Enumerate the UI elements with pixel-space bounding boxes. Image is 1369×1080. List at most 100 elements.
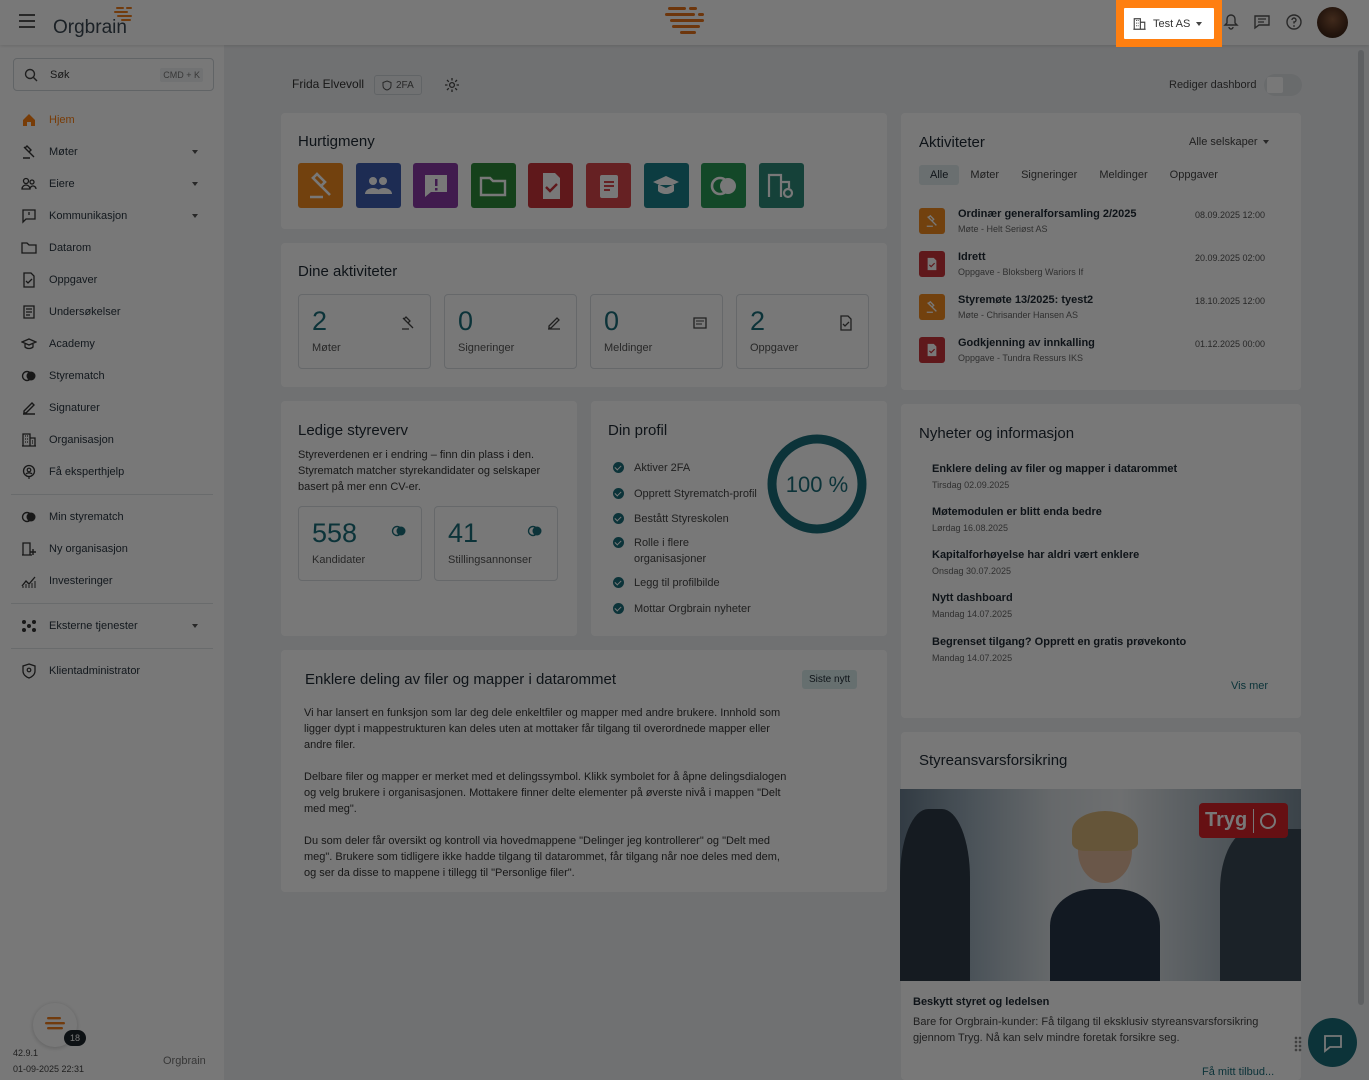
user-name: Frida Elvevoll xyxy=(292,77,365,91)
sidebar-item-label: Møter xyxy=(49,146,78,158)
stat-label: Kandidater xyxy=(312,554,366,566)
activity-feed-title: Aktiviteter xyxy=(919,134,985,151)
gear-icon[interactable] xyxy=(444,77,460,93)
quickmenu-tile[interactable] xyxy=(701,163,747,208)
tab-oppgaver[interactable]: Oppgaver xyxy=(1159,165,1229,185)
stat-label: Oppgaver xyxy=(750,342,799,354)
stat-candidates[interactable]: 558 Kandidater xyxy=(298,506,422,581)
sidebar-item-hjem[interactable]: Hjem xyxy=(0,104,224,136)
edit-dashboard-toggle[interactable] xyxy=(1264,74,1302,96)
news-item[interactable]: Begrenset tilgang? Opprett en gratis prø… xyxy=(932,636,1186,663)
sidebar-item-undersokelser[interactable]: Undersøkelser xyxy=(0,296,224,328)
quickmenu-tile[interactable] xyxy=(586,163,631,208)
chat-icon[interactable] xyxy=(1253,13,1271,31)
person-left xyxy=(900,809,970,981)
tab-moter[interactable]: Møter xyxy=(959,165,1010,185)
sidebar-item-eiere[interactable]: Eiere xyxy=(0,168,224,200)
tab-alle[interactable]: Alle xyxy=(919,165,960,185)
sidebar-item-klientadministrator[interactable]: Klientadministrator xyxy=(0,655,224,687)
activity-item[interactable]: Godkjenning av innkalling Oppgave - Tund… xyxy=(919,337,1279,373)
sidebar-item-kommunikasjon[interactable]: Kommunikasjon xyxy=(0,200,224,232)
activity-subtitle: Oppgave - Bloksberg Wariors If xyxy=(958,267,1084,277)
help-icon[interactable] xyxy=(1285,13,1303,31)
quickmenu-title: Hurtigmeny xyxy=(298,133,375,150)
sidebar-item-ny-organisasjon[interactable]: Ny organisasjon xyxy=(0,533,224,565)
sidebar-item-investeringer[interactable]: Investeringer xyxy=(0,565,224,597)
stat-messages[interactable]: 0 Meldinger xyxy=(590,294,723,369)
quickmenu-tile[interactable] xyxy=(470,163,516,208)
support-chat-button[interactable] xyxy=(1308,1018,1357,1067)
company-selector-highlight[interactable]: Test AS xyxy=(1116,0,1222,47)
stat-tasks[interactable]: 2 Oppgaver xyxy=(736,294,869,369)
chevron-down-icon xyxy=(192,150,198,154)
activity-item[interactable]: Ordinær generalforsamling 2/2025 Møte - … xyxy=(919,208,1279,244)
tryg-logo: Tryg xyxy=(1199,803,1288,838)
edit-dashboard-label: Rediger dashbord xyxy=(1169,79,1257,91)
check-label: Legg til profilbilde xyxy=(634,577,720,589)
search-input[interactable]: Søk CMD + K xyxy=(13,58,214,91)
sidebar-item-organisasjon[interactable]: Organisasjon xyxy=(0,424,224,456)
profile-title: Din profil xyxy=(608,422,668,439)
org-settings-icon xyxy=(768,173,794,198)
quickmenu-tile[interactable] xyxy=(643,163,689,208)
user-avatar[interactable] xyxy=(1317,7,1348,38)
sidebar-item-eksterne-tjenester[interactable]: Eksterne tjenester xyxy=(0,610,224,642)
news-item-date: Tirsdag 02.09.2025 xyxy=(932,480,1010,490)
sidebar-item-signaturer[interactable]: Signaturer xyxy=(0,392,224,424)
sidebar-item-styrematch[interactable]: Styrematch xyxy=(0,360,224,392)
activity-type-icon xyxy=(919,208,945,234)
company-selector[interactable]: Test AS xyxy=(1124,8,1214,39)
group-icon xyxy=(365,176,393,194)
external-services-icon xyxy=(22,620,36,632)
profile-check-item: Opprett Styrematch-profil xyxy=(613,486,763,502)
search-shortcut: CMD + K xyxy=(160,67,203,82)
menu-icon[interactable] xyxy=(19,14,35,28)
company-filter[interactable]: Alle selskaper xyxy=(1189,136,1270,148)
stat-meetings[interactable]: 2 Møter xyxy=(298,294,431,369)
news-item-title: Enklere deling av filer og mapper i data… xyxy=(932,463,1178,475)
sidebar-item-eksperthjelp[interactable]: Få eksperthjelp xyxy=(0,456,224,488)
quickmenu-tile[interactable] xyxy=(528,163,574,208)
gavel-icon xyxy=(926,300,937,313)
tab-signeringer[interactable]: Signeringer xyxy=(1010,165,1088,185)
academy-icon xyxy=(653,175,680,194)
stat-job-ads[interactable]: 41 Stillingsannonser xyxy=(434,506,558,581)
sidebar-item-label: Hjem xyxy=(49,114,75,126)
bell-icon[interactable] xyxy=(1222,13,1240,31)
sidebar-item-academy[interactable]: Academy xyxy=(0,328,224,360)
news-item[interactable]: Møtemodulen er blitt enda bedre Lørdag 16… xyxy=(932,506,1102,533)
task-icon xyxy=(840,315,852,331)
get-offer-link[interactable]: Få mitt tilbud... xyxy=(1202,1066,1274,1078)
task-icon xyxy=(927,343,937,357)
styrematch-icon xyxy=(527,525,542,537)
building-icon xyxy=(1133,17,1146,30)
sidebar-item-label: Ny organisasjon xyxy=(49,543,128,555)
check-icon xyxy=(613,513,624,524)
sidebar-item-oppgaver[interactable]: Oppgaver xyxy=(0,264,224,296)
sidebar-item-label: Organisasjon xyxy=(49,434,114,446)
drag-handle-icon[interactable] xyxy=(1294,1036,1302,1052)
show-more-link[interactable]: Vis mer xyxy=(1231,680,1268,692)
footer-brand: Orgbrain xyxy=(163,1055,206,1067)
sidebar-item-moter[interactable]: Møter xyxy=(0,136,224,168)
page-scrollbar[interactable] xyxy=(1358,50,1364,1005)
sidebar-item-datarom[interactable]: Datarom xyxy=(0,232,224,264)
activity-item[interactable]: Styremøte 13/2025: tyest2 Møte - Chrisan… xyxy=(919,294,1279,330)
quickmenu-tile[interactable] xyxy=(298,163,343,208)
quickmenu-tile[interactable] xyxy=(758,163,804,208)
gavel-icon xyxy=(309,171,331,198)
news-item[interactable]: Enklere deling av filer og mapper i data… xyxy=(932,463,1177,490)
expert-help-icon xyxy=(22,464,36,479)
quickmenu-tile[interactable] xyxy=(413,163,459,208)
news-item[interactable]: Kapitalforhøyelse har aldri vært enklere… xyxy=(932,549,1139,576)
message-icon xyxy=(693,317,707,329)
activity-date: 20.09.2025 02:00 xyxy=(1195,253,1266,263)
news-item[interactable]: Nytt dashboard Mandag 14.07.2025 xyxy=(932,592,1013,619)
sidebar-item-min-styrematch[interactable]: Min styrematch xyxy=(0,501,224,533)
stat-value: 558 xyxy=(312,518,358,548)
activity-item[interactable]: Idrett Oppgave - Bloksberg Wariors If 20… xyxy=(919,251,1279,287)
activity-type-icon xyxy=(919,251,945,277)
quickmenu-tile[interactable] xyxy=(355,163,401,208)
tab-meldinger[interactable]: Meldinger xyxy=(1088,165,1158,185)
stat-signatures[interactable]: 0 Signeringer xyxy=(444,294,577,369)
